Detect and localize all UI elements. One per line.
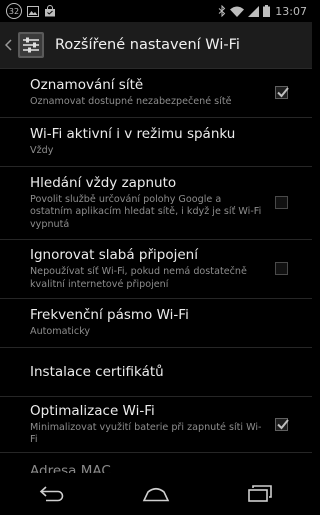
setting-title: Adresa MAC (30, 463, 111, 473)
signal-icon (248, 5, 260, 17)
setting-mac-address[interactable]: Adresa MAC (0, 453, 312, 473)
setting-subtitle: Nepoužívat síť Wi-Fi, pokud nemá dostate… (30, 266, 247, 290)
setting-scanning-always-on[interactable]: Hledání vždy zapnuto Povolit službě určo… (0, 167, 312, 240)
bluetooth-icon (218, 5, 226, 17)
action-bar[interactable]: Rozšířené nastavení Wi-Fi (0, 22, 312, 69)
home-icon[interactable] (126, 473, 186, 515)
notification-count-badge: 32 (6, 3, 22, 19)
recent-apps-icon[interactable] (230, 473, 290, 515)
shopping-bag-icon (44, 5, 56, 17)
setting-subtitle: Vždy (30, 145, 54, 157)
setting-title: Hledání vždy zapnuto (30, 174, 177, 191)
setting-wifi-sleep[interactable]: Wi-Fi aktivní i v režimu spánku Vždy (0, 118, 312, 167)
setting-network-notification[interactable]: Oznamování sítě Oznamovat dostupné nezab… (0, 69, 312, 118)
setting-title: Instalace certifikátů (30, 363, 164, 380)
setting-subtitle: Povolit službě určování polohy Google a … (30, 193, 262, 230)
settings-list[interactable]: Oznamování sítě Oznamovat dostupné nezab… (0, 69, 312, 473)
checkmark-icon (277, 87, 289, 98)
setting-install-certificates[interactable]: Instalace certifikátů (0, 348, 312, 397)
settings-sliders-icon[interactable] (15, 29, 47, 61)
setting-wifi-optimization[interactable]: Optimalizace Wi-Fi Minimalizovat využití… (0, 397, 312, 453)
setting-title: Oznamování sítě (30, 77, 144, 94)
setting-title: Optimalizace Wi-Fi (30, 402, 155, 419)
scanning-always-on-checkbox[interactable] (275, 196, 288, 209)
page-title: Rozšířené nastavení Wi-Fi (55, 37, 240, 53)
wifi-optimization-checkbox[interactable] (275, 417, 289, 431)
network-notification-checkbox[interactable] (275, 86, 289, 99)
setting-title: Frekvenční pásmo Wi-Fi (30, 307, 189, 324)
setting-title: Ignorovat slabá připojení (30, 247, 198, 263)
checkmark-icon (277, 418, 289, 429)
setting-avoid-poor-connections[interactable]: Ignorovat slabá připojení Nepoužívat síť… (0, 240, 312, 299)
setting-frequency-band[interactable]: Frekvenční pásmo Wi-Fi Automaticky (0, 299, 312, 348)
status-time: 13:07 (275, 4, 307, 18)
status-bar: 32 13:07 (0, 0, 312, 22)
setting-subtitle: Minimalizovat využití baterie při zapnut… (30, 421, 262, 446)
chevron-left-icon[interactable] (2, 22, 14, 68)
wifi-icon (230, 6, 245, 17)
setting-title: Wi-Fi aktivní i v režimu spánku (30, 126, 236, 143)
battery-icon (263, 5, 271, 17)
back-icon[interactable] (22, 473, 82, 515)
setting-subtitle: Oznamovat dostupné nezabezpečené sítě (30, 96, 232, 108)
avoid-poor-connections-checkbox[interactable] (275, 262, 288, 275)
image-icon (27, 5, 39, 17)
setting-subtitle: Automaticky (30, 326, 91, 338)
navigation-bar (0, 473, 312, 515)
